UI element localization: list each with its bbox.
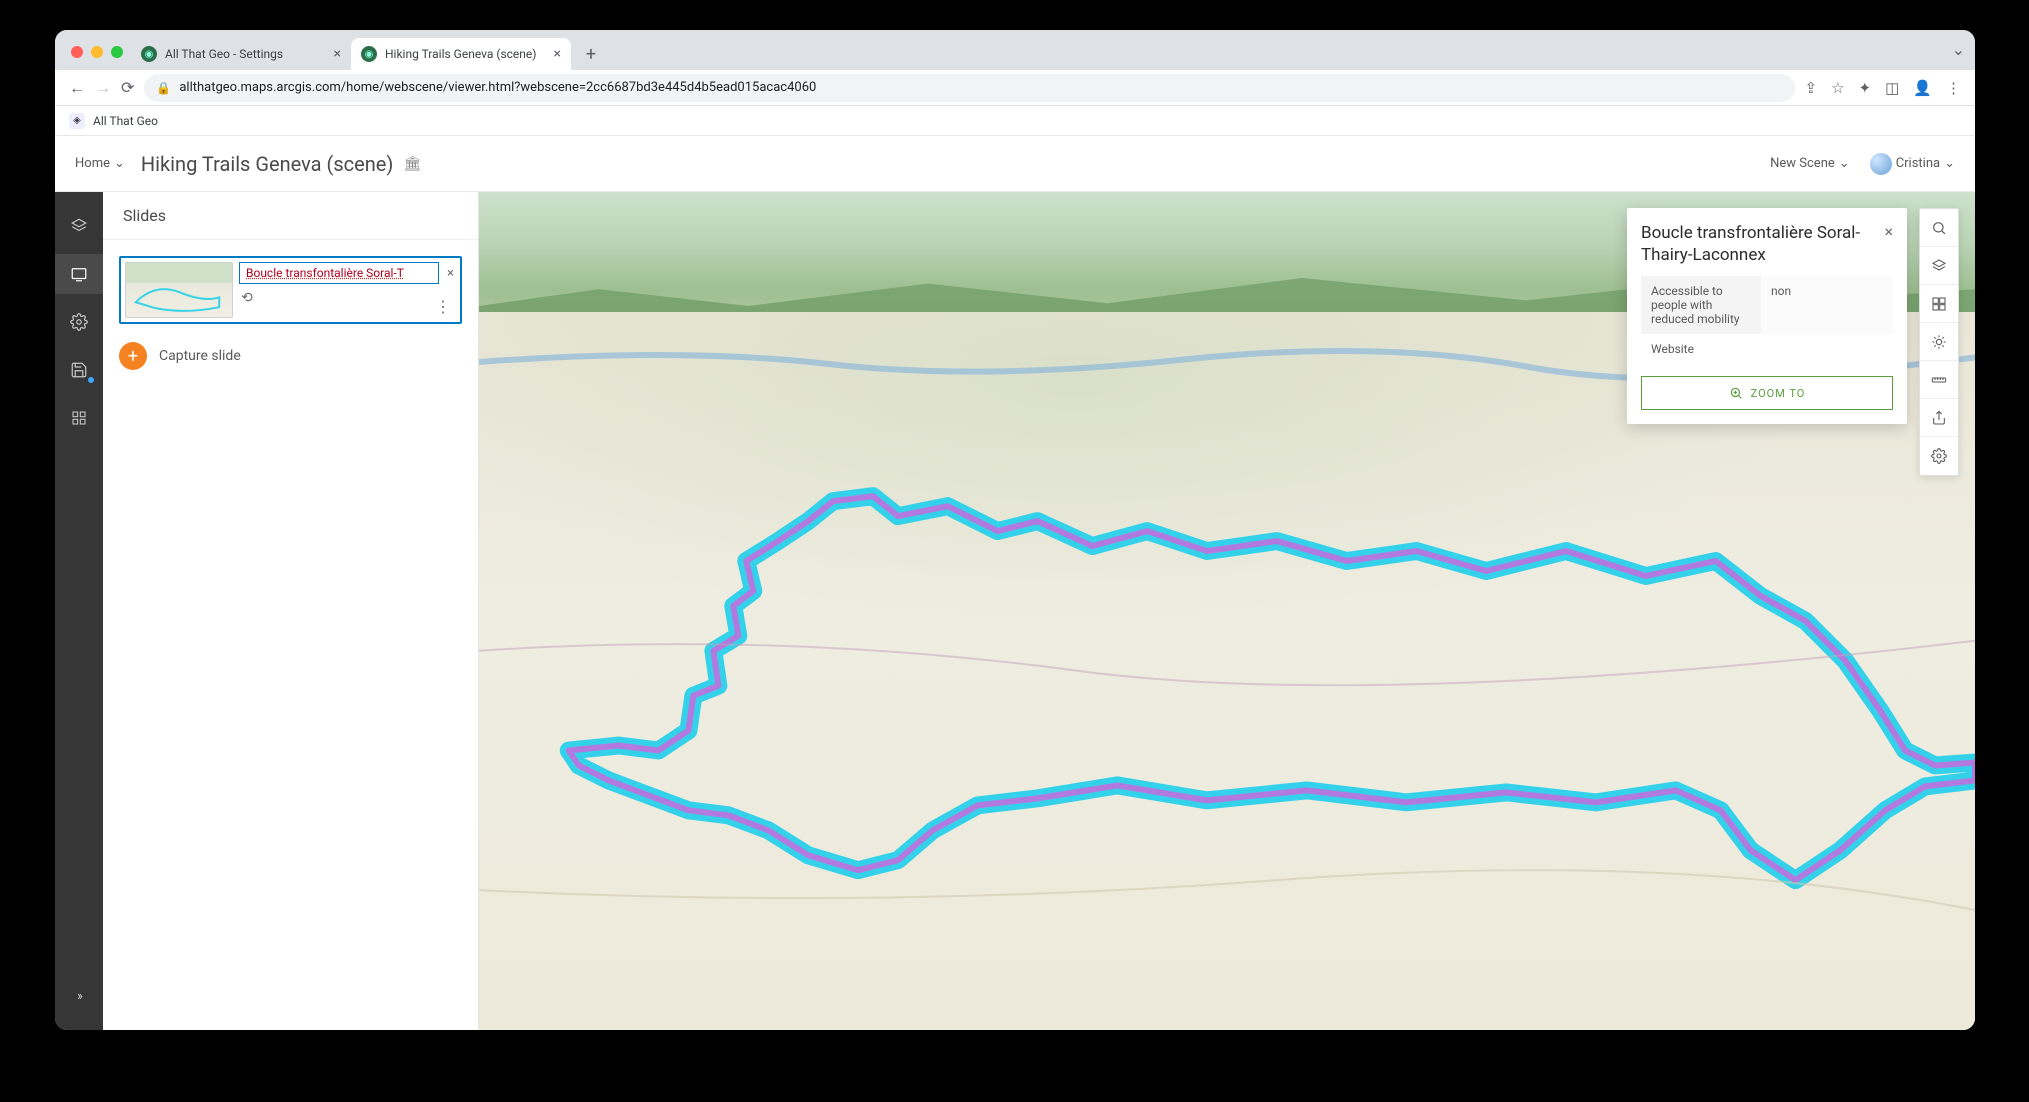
panel-title-text: Slides: [123, 206, 166, 225]
avatar: [1870, 153, 1892, 175]
url-text: allthatgeo.maps.arcgis.com/home/webscene…: [179, 80, 816, 95]
slide-more-icon[interactable]: ⋮: [435, 297, 452, 316]
refresh-slide-icon[interactable]: ⟲: [241, 290, 253, 306]
table-row: Website: [1641, 334, 1893, 364]
layers-tool-button[interactable]: [1920, 247, 1958, 285]
bookmarks-bar: ◈ All That Geo: [55, 106, 1975, 136]
toolbar-actions: ⇪ ☆ ✦ ◫ 👤 ⋮: [1805, 79, 1961, 97]
thumbnail-icon[interactable]: 🏛: [403, 156, 421, 172]
close-tab-icon[interactable]: ×: [554, 46, 561, 62]
close-window-button[interactable]: [71, 46, 83, 58]
slide-title-input[interactable]: Boucle transfontalière Soral-T: [239, 262, 439, 284]
slide-title-text: Boucle transfontalière Soral-T: [246, 266, 404, 280]
share-tool-button[interactable]: [1920, 399, 1958, 437]
chevron-down-icon: ⌄: [1944, 156, 1955, 171]
tab-title: Hiking Trails Geneva (scene): [385, 47, 536, 61]
add-slide-button[interactable]: +: [119, 342, 147, 370]
bookmark-item[interactable]: All That Geo: [93, 114, 158, 128]
new-scene-dropdown[interactable]: New Scene ⌄: [1770, 156, 1850, 171]
daylight-tool-button[interactable]: [1920, 323, 1958, 361]
user-menu[interactable]: Cristina ⌄: [1870, 153, 1955, 175]
new-tab-button[interactable]: +: [577, 40, 605, 68]
maximize-window-button[interactable]: [111, 46, 123, 58]
rail-apps-button[interactable]: [55, 398, 103, 438]
measure-tool-button[interactable]: [1920, 361, 1958, 399]
browser-window: ◉ All That Geo - Settings × ◉ Hiking Tra…: [55, 30, 1975, 1030]
new-scene-label: New Scene: [1770, 156, 1835, 171]
attr-value: non: [1761, 276, 1893, 334]
panel-icon[interactable]: ◫: [1885, 79, 1899, 97]
scene-title: Hiking Trails Geneva (scene) 🏛: [141, 152, 421, 176]
user-name: Cristina: [1896, 156, 1940, 171]
popup-attributes: Accessible to people with reduced mobili…: [1641, 276, 1893, 364]
basemap-tool-button[interactable]: [1920, 285, 1958, 323]
clear-slide-title-icon[interactable]: ×: [445, 266, 456, 281]
back-button[interactable]: ←: [69, 78, 85, 98]
feature-popup: Boucle transfrontalière Soral-Thairy-Lac…: [1627, 208, 1907, 424]
browser-tabbar: ◉ All That Geo - Settings × ◉ Hiking Tra…: [55, 30, 1975, 70]
rail-save-button[interactable]: [55, 350, 103, 390]
attr-label: Website: [1641, 334, 1761, 364]
settings-tool-button[interactable]: [1920, 437, 1958, 475]
capture-slide-row[interactable]: + Capture slide: [119, 342, 462, 370]
zoom-to-button[interactable]: ZOOM TO: [1641, 376, 1893, 410]
rail-layers-button[interactable]: [55, 206, 103, 246]
minimize-window-button[interactable]: [91, 46, 103, 58]
favicon-icon: ◉: [361, 46, 377, 62]
scene-title-text: Hiking Trails Geneva (scene): [141, 152, 393, 176]
slide-thumbnail: [125, 262, 233, 318]
tab-title: All That Geo - Settings: [165, 47, 283, 61]
panel-title: Slides: [103, 192, 478, 240]
rail-slides-button[interactable]: [55, 254, 103, 294]
scene-toolbar: [1919, 208, 1959, 476]
window-controls: [67, 46, 131, 70]
profile-icon[interactable]: 👤: [1913, 79, 1932, 97]
lock-icon: 🔒: [156, 81, 171, 95]
capture-slide-label: Capture slide: [159, 348, 241, 364]
share-icon[interactable]: ⇪: [1805, 79, 1818, 97]
reload-button[interactable]: ⟳: [121, 78, 134, 97]
forward-button[interactable]: →: [95, 78, 111, 98]
slides-panel: Slides Boucle transfontalière Soral-T ×: [103, 192, 479, 1030]
browser-tab-active[interactable]: ◉ Hiking Trails Geneva (scene) ×: [351, 38, 571, 70]
popup-title: Boucle transfrontalière Soral-Thairy-Lac…: [1641, 222, 1884, 266]
favicon-icon: ◉: [141, 46, 157, 62]
app-header: Home ⌄ Hiking Trails Geneva (scene) 🏛 Ne…: [55, 136, 1975, 192]
extensions-icon[interactable]: ✦: [1859, 79, 1872, 97]
star-icon[interactable]: ☆: [1831, 79, 1844, 97]
chevron-down-icon: ⌄: [1839, 156, 1850, 171]
unsaved-badge: [88, 377, 94, 383]
attr-label: Accessible to people with reduced mobili…: [1641, 276, 1761, 334]
slide-card[interactable]: Boucle transfontalière Soral-T × ⟲ ⋮: [119, 256, 462, 324]
browser-toolbar: ← → ⟳ 🔒 allthatgeo.maps.arcgis.com/home/…: [55, 70, 1975, 106]
rail-collapse-button[interactable]: ››: [55, 976, 103, 1016]
tab-overflow-icon[interactable]: ⌄: [1952, 40, 1965, 59]
scene-viewport[interactable]: Boucle transfrontalière Soral-Thairy-Lac…: [479, 192, 1975, 1030]
address-bar[interactable]: 🔒 allthatgeo.maps.arcgis.com/home/websce…: [144, 74, 1794, 102]
zoom-to-label: ZOOM TO: [1751, 387, 1806, 400]
search-tool-button[interactable]: [1920, 209, 1958, 247]
left-rail: ››: [55, 192, 103, 1030]
chevron-down-icon: ⌄: [114, 156, 125, 171]
attr-value: [1761, 334, 1893, 364]
rail-settings-button[interactable]: [55, 302, 103, 342]
bookmark-favicon: ◈: [69, 113, 85, 129]
main-layout: ›› Slides Boucle transfontalière Soral-T: [55, 192, 1975, 1030]
close-popup-icon[interactable]: ×: [1884, 222, 1893, 241]
home-label: Home: [75, 156, 110, 171]
table-row: Accessible to people with reduced mobili…: [1641, 276, 1893, 334]
close-tab-icon[interactable]: ×: [334, 46, 341, 62]
home-dropdown[interactable]: Home ⌄: [75, 156, 125, 171]
menu-icon[interactable]: ⋮: [1946, 79, 1961, 97]
browser-tab[interactable]: ◉ All That Geo - Settings ×: [131, 38, 351, 70]
